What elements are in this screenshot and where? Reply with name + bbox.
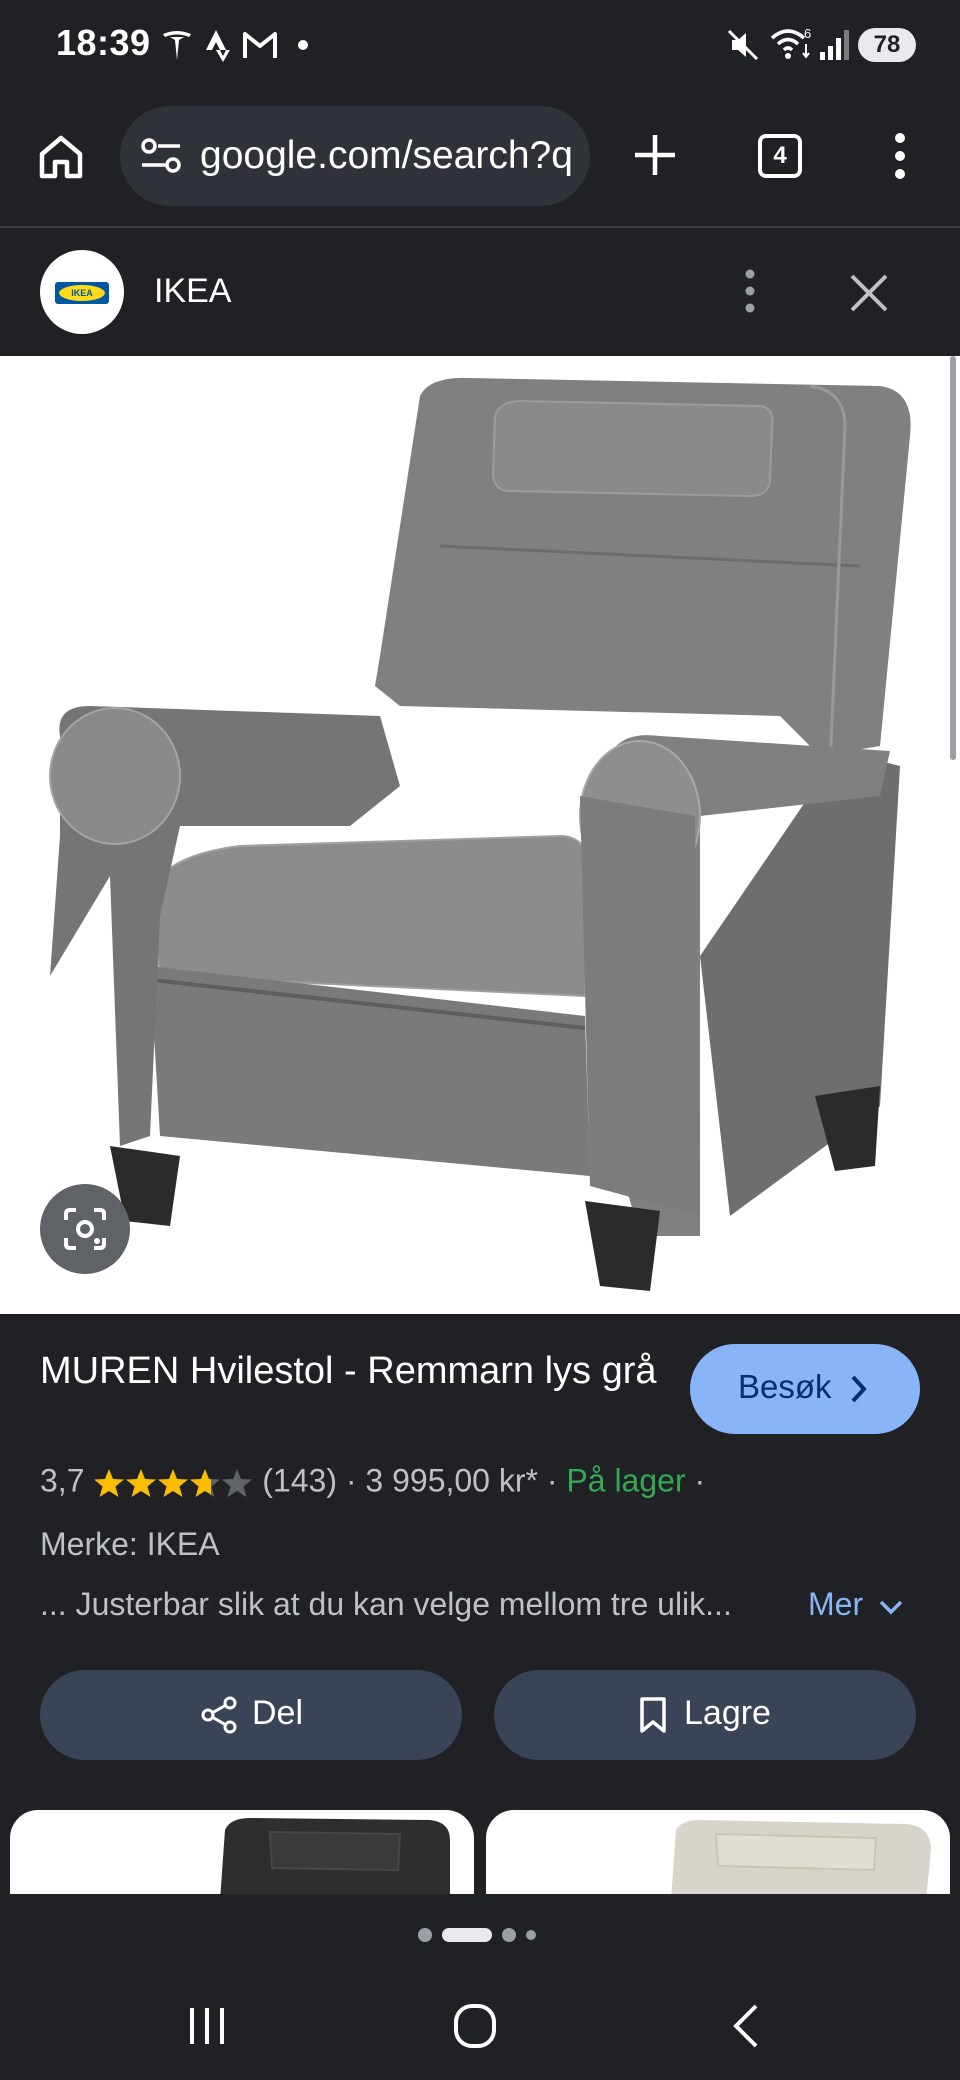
scrollbar[interactable]: [950, 356, 956, 760]
related-product-thumbnail[interactable]: [486, 1810, 950, 1900]
star-icon: [222, 1469, 253, 1498]
share-button[interactable]: Del: [40, 1670, 462, 1760]
home-icon[interactable]: [36, 132, 86, 182]
wifi-icon: 6: [770, 26, 811, 59]
stock-status: På lager: [566, 1462, 686, 1499]
dot-icon: [298, 40, 308, 50]
source-header: IKEA IKEA: [0, 226, 960, 356]
home-nav-icon[interactable]: [452, 2002, 498, 2050]
bookmark-icon: [640, 1697, 666, 1733]
share-icon: [201, 1696, 237, 1734]
star-icon: [126, 1469, 157, 1498]
rating-value: 3,7: [40, 1462, 85, 1499]
price: 3 995,00 kr*: [365, 1462, 538, 1499]
signal-icon: [820, 30, 849, 60]
recent-apps-icon[interactable]: [186, 2004, 228, 2048]
separator: ·: [546, 1462, 558, 1499]
chevron-right-icon: [851, 1375, 867, 1403]
visit-button[interactable]: Besøk: [690, 1344, 920, 1434]
back-icon[interactable]: [728, 2002, 762, 2050]
related-product-thumbnail[interactable]: [10, 1810, 474, 1900]
product-title[interactable]: MUREN Hvilestol - Remmarn lys grå: [40, 1346, 660, 1396]
separator: ·: [345, 1462, 357, 1499]
navigation-bar: [0, 1894, 960, 2080]
url-text: google.com/search?q: [200, 134, 573, 177]
mute-icon: [727, 29, 759, 61]
star-icon: [158, 1469, 189, 1498]
star-icon: [94, 1469, 125, 1498]
beige-chair-image: [671, 1820, 931, 1900]
gmail-icon: [243, 32, 277, 58]
svg-text:6: 6: [804, 26, 811, 41]
recliner-chair-image: [49, 377, 911, 1291]
battery-indicator: 78: [858, 28, 916, 62]
tab-switcher-button[interactable]: 4: [758, 134, 802, 178]
carousel-dot: [442, 1928, 492, 1942]
chevron-down-icon: [879, 1600, 903, 1615]
review-count: (143): [262, 1462, 337, 1499]
more-button[interactable]: Mer: [808, 1586, 904, 1623]
product-description: ... Justerbar slik at du kan velge mello…: [40, 1586, 732, 1622]
product-image[interactable]: [0, 356, 960, 1314]
ikea-logo: IKEA: [40, 250, 124, 334]
brand-label: Merke: IKEA: [40, 1526, 220, 1562]
product-info: MUREN Hvilestol - Remmarn lys grå Besøk …: [0, 1314, 960, 1894]
more-options-icon[interactable]: [734, 266, 766, 316]
star-icon: [190, 1469, 221, 1498]
lens-icon: [64, 1208, 106, 1250]
strava-icon: [206, 30, 230, 62]
rating-row: 3,7 (143) · 3 995,00 kr* · På lager ·: [40, 1456, 705, 1500]
address-bar[interactable]: google.com/search?q: [120, 106, 590, 206]
overflow-menu-icon[interactable]: [884, 128, 916, 184]
site-settings-icon[interactable]: [140, 136, 184, 176]
close-icon[interactable]: [848, 272, 890, 314]
carousel-dot: [526, 1930, 536, 1940]
new-tab-icon[interactable]: [632, 132, 678, 178]
status-bar: 18:39 6 78: [0, 0, 960, 92]
status-time: 18:39: [56, 22, 151, 63]
save-label: Lagre: [684, 1694, 771, 1732]
google-lens-button[interactable]: [40, 1184, 130, 1274]
visit-label: Besøk: [738, 1368, 832, 1405]
star-rating: [93, 1463, 253, 1499]
carousel-dot: [418, 1928, 432, 1942]
separator: ·: [694, 1462, 706, 1499]
more-label: Mer: [808, 1586, 864, 1622]
source-name: IKEA: [154, 272, 232, 310]
dark-chair-image: [220, 1818, 450, 1900]
carousel-dot: [502, 1928, 516, 1942]
share-label: Del: [252, 1694, 304, 1732]
save-button[interactable]: Lagre: [494, 1670, 916, 1760]
browser-toolbar: google.com/search?q 4: [0, 92, 960, 224]
tesla-icon: [163, 31, 191, 60]
